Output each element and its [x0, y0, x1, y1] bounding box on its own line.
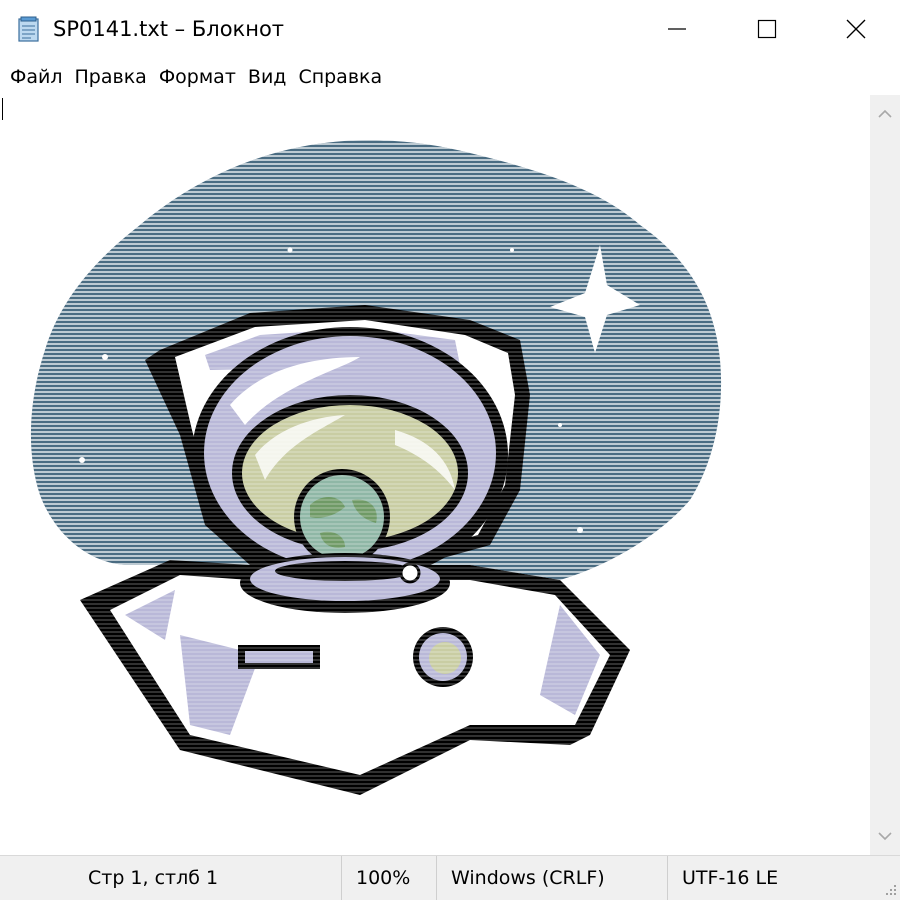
text-caret [2, 98, 3, 120]
scroll-down-button[interactable] [870, 817, 900, 855]
text-encoding: UTF-16 LE [667, 856, 870, 900]
chevron-down-icon [878, 832, 892, 841]
menu-bar: Файл Правка Формат Вид Справка [0, 60, 900, 94]
status-bar: Стр 1, стлб 1 100% Windows (CRLF) UTF-16… [0, 855, 900, 900]
minimize-icon [668, 28, 686, 30]
zoom-level: 100% [341, 856, 436, 900]
cursor-position: Стр 1, стлб 1 [88, 867, 219, 889]
menu-file[interactable]: Файл [7, 62, 68, 92]
line-endings: Windows (CRLF) [436, 856, 667, 900]
astronaut-ascii-art [0, 95, 870, 855]
menu-format[interactable]: Формат [156, 62, 241, 92]
vertical-scrollbar[interactable] [870, 95, 900, 855]
window-title: SP0141.txt – Блокнот [53, 17, 285, 41]
scroll-up-button[interactable] [870, 95, 900, 133]
maximize-button[interactable] [722, 0, 812, 58]
text-editor[interactable] [0, 95, 870, 855]
menu-edit[interactable]: Правка [72, 62, 152, 92]
close-icon [846, 19, 866, 39]
menu-help[interactable]: Справка [295, 62, 387, 92]
title-bar[interactable]: SP0141.txt – Блокнот [0, 0, 900, 58]
notepad-icon [18, 16, 39, 42]
resize-grip-icon[interactable] [882, 882, 898, 898]
close-button[interactable] [812, 0, 900, 58]
minimize-button[interactable] [632, 0, 722, 58]
menu-view[interactable]: Вид [245, 62, 292, 92]
chevron-up-icon [878, 109, 892, 118]
maximize-icon [757, 19, 777, 39]
